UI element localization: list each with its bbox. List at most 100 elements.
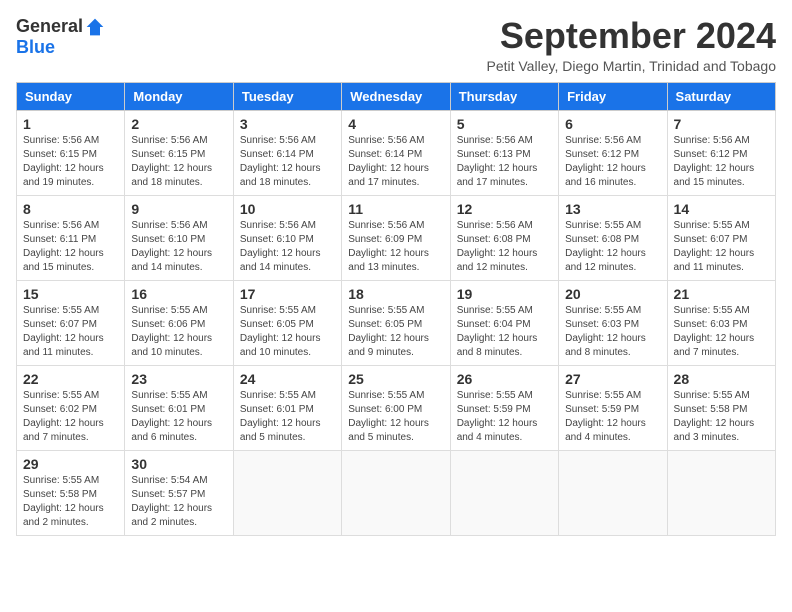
day-info: Sunrise: 5:56 AM Sunset: 6:09 PM Dayligh… [348,219,443,275]
table-row: 13Sunrise: 5:55 AM Sunset: 6:08 PM Dayli… [559,195,667,280]
location-subtitle: Petit Valley, Diego Martin, Trinidad and… [486,58,776,74]
calendar-week-row: 1 Sunrise: 5:56 AM Sunset: 6:15 PM Daylig… [17,110,776,195]
header-wednesday: Wednesday [342,82,450,110]
title-section: September 2024 Petit Valley, Diego Marti… [486,16,776,74]
day-info: Sunrise: 5:56 AM Sunset: 6:10 PM Dayligh… [240,219,335,275]
table-row [450,450,558,535]
day-number: 5 [457,116,552,132]
day-info: Sunrise: 5:56 AM Sunset: 6:13 PM Dayligh… [457,134,552,190]
header-tuesday: Tuesday [233,82,341,110]
day-info: Sunrise: 5:55 AM Sunset: 6:01 PM Dayligh… [131,389,226,445]
table-row: 16 Sunrise: 5:55 AM Sunset: 6:06 PM Dayli… [125,280,233,365]
table-row: 27 Sunrise: 5:55 AM Sunset: 5:59 PM Dayli… [559,365,667,450]
table-row: 23 Sunrise: 5:55 AM Sunset: 6:01 PM Dayli… [125,365,233,450]
day-number: 13 [565,201,660,217]
day-number: 10 [240,201,335,217]
day-info: Sunrise: 5:56 AM Sunset: 6:12 PM Dayligh… [674,134,769,190]
day-number: 3 [240,116,335,132]
day-info: Sunrise: 5:56 AM Sunset: 6:12 PM Dayligh… [565,134,660,190]
table-row [342,450,450,535]
month-title: September 2024 [486,16,776,56]
day-info: Sunrise: 5:55 AM Sunset: 6:02 PM Dayligh… [23,389,118,445]
day-info: Sunrise: 5:55 AM Sunset: 6:05 PM Dayligh… [348,304,443,360]
day-info: Sunrise: 5:56 AM Sunset: 6:08 PM Dayligh… [457,219,552,275]
day-number: 11 [348,201,443,217]
day-number: 23 [131,371,226,387]
day-number: 20 [565,286,660,302]
table-row [233,450,341,535]
table-row: 25 Sunrise: 5:55 AM Sunset: 6:00 PM Dayli… [342,365,450,450]
day-info: Sunrise: 5:56 AM Sunset: 6:15 PM Dayligh… [23,134,118,190]
day-info: Sunrise: 5:55 AM Sunset: 6:00 PM Dayligh… [348,389,443,445]
day-info: Sunrise: 5:56 AM Sunset: 6:15 PM Dayligh… [131,134,226,190]
day-number: 6 [565,116,660,132]
day-info: Sunrise: 5:55 AM Sunset: 6:04 PM Dayligh… [457,304,552,360]
day-number: 9 [131,201,226,217]
day-info: Sunrise: 5:55 AM Sunset: 5:59 PM Dayligh… [457,389,552,445]
day-info: Sunrise: 5:55 AM Sunset: 6:06 PM Dayligh… [131,304,226,360]
table-row: 8 Sunrise: 5:56 AM Sunset: 6:11 PM Daylig… [17,195,125,280]
header-sunday: Sunday [17,82,125,110]
day-info: Sunrise: 5:55 AM Sunset: 6:01 PM Dayligh… [240,389,335,445]
day-info: Sunrise: 5:55 AM Sunset: 5:58 PM Dayligh… [23,474,118,530]
logo-blue: Blue [16,37,55,58]
day-number: 4 [348,116,443,132]
day-info: Sunrise: 5:56 AM Sunset: 6:10 PM Dayligh… [131,219,226,275]
day-number: 1 [23,116,118,132]
day-info: Sunrise: 5:55 AM Sunset: 6:07 PM Dayligh… [674,219,769,275]
table-row: 20 Sunrise: 5:55 AM Sunset: 6:03 PM Dayli… [559,280,667,365]
day-number: 24 [240,371,335,387]
day-number: 7 [674,116,769,132]
day-number: 15 [23,286,118,302]
day-info: Sunrise: 5:55 AM Sunset: 6:05 PM Dayligh… [240,304,335,360]
day-number: 25 [348,371,443,387]
header-friday: Friday [559,82,667,110]
logo: General Blue [16,16,105,58]
day-number: 26 [457,371,552,387]
day-number: 30 [131,456,226,472]
day-info: Sunrise: 5:55 AM Sunset: 5:58 PM Dayligh… [674,389,769,445]
table-row: 29 Sunrise: 5:55 AM Sunset: 5:58 PM Dayli… [17,450,125,535]
logo-icon [85,17,105,37]
table-row: 28 Sunrise: 5:55 AM Sunset: 5:58 PM Dayli… [667,365,775,450]
table-row: 14 Sunrise: 5:55 AM Sunset: 6:07 PM Dayli… [667,195,775,280]
table-row: 3 Sunrise: 5:56 AM Sunset: 6:14 PM Daylig… [233,110,341,195]
table-row: 9 Sunrise: 5:56 AM Sunset: 6:10 PM Daylig… [125,195,233,280]
table-row: 26 Sunrise: 5:55 AM Sunset: 5:59 PM Dayli… [450,365,558,450]
logo-general: General [16,16,83,37]
table-row: 24 Sunrise: 5:55 AM Sunset: 6:01 PM Dayli… [233,365,341,450]
table-row: 15 Sunrise: 5:55 AM Sunset: 6:07 PM Dayli… [17,280,125,365]
day-info: Sunrise: 5:55 AM Sunset: 6:07 PM Dayligh… [23,304,118,360]
calendar-week-row: 29 Sunrise: 5:55 AM Sunset: 5:58 PM Dayli… [17,450,776,535]
header-saturday: Saturday [667,82,775,110]
day-number: 21 [674,286,769,302]
calendar-table: Sunday Monday Tuesday Wednesday Thursday… [16,82,776,536]
table-row: 6 Sunrise: 5:56 AM Sunset: 6:12 PM Daylig… [559,110,667,195]
day-number: 22 [23,371,118,387]
table-row: 1 Sunrise: 5:56 AM Sunset: 6:15 PM Daylig… [17,110,125,195]
day-number: 19 [457,286,552,302]
day-number: 16 [131,286,226,302]
day-info: Sunrise: 5:55 AM Sunset: 6:03 PM Dayligh… [565,304,660,360]
day-number: 29 [23,456,118,472]
day-info: Sunrise: 5:56 AM Sunset: 6:14 PM Dayligh… [240,134,335,190]
day-number: 17 [240,286,335,302]
day-info: Sunrise: 5:56 AM Sunset: 6:11 PM Dayligh… [23,219,118,275]
day-number: 27 [565,371,660,387]
weekday-header-row: Sunday Monday Tuesday Wednesday Thursday… [17,82,776,110]
day-number: 28 [674,371,769,387]
day-number: 18 [348,286,443,302]
table-row: 18 Sunrise: 5:55 AM Sunset: 6:05 PM Dayli… [342,280,450,365]
calendar-week-row: 22 Sunrise: 5:55 AM Sunset: 6:02 PM Dayli… [17,365,776,450]
day-info: Sunrise: 5:56 AM Sunset: 6:14 PM Dayligh… [348,134,443,190]
page-header: General Blue September 2024 Petit Valley… [16,16,776,74]
table-row: 5 Sunrise: 5:56 AM Sunset: 6:13 PM Daylig… [450,110,558,195]
day-number: 8 [23,201,118,217]
table-row: 12Sunrise: 5:56 AM Sunset: 6:08 PM Dayli… [450,195,558,280]
table-row: 30Sunrise: 5:54 AM Sunset: 5:57 PM Dayli… [125,450,233,535]
table-row: 22 Sunrise: 5:55 AM Sunset: 6:02 PM Dayli… [17,365,125,450]
table-row: 10 Sunrise: 5:56 AM Sunset: 6:10 PM Dayli… [233,195,341,280]
header-monday: Monday [125,82,233,110]
day-info: Sunrise: 5:55 AM Sunset: 5:59 PM Dayligh… [565,389,660,445]
day-number: 14 [674,201,769,217]
